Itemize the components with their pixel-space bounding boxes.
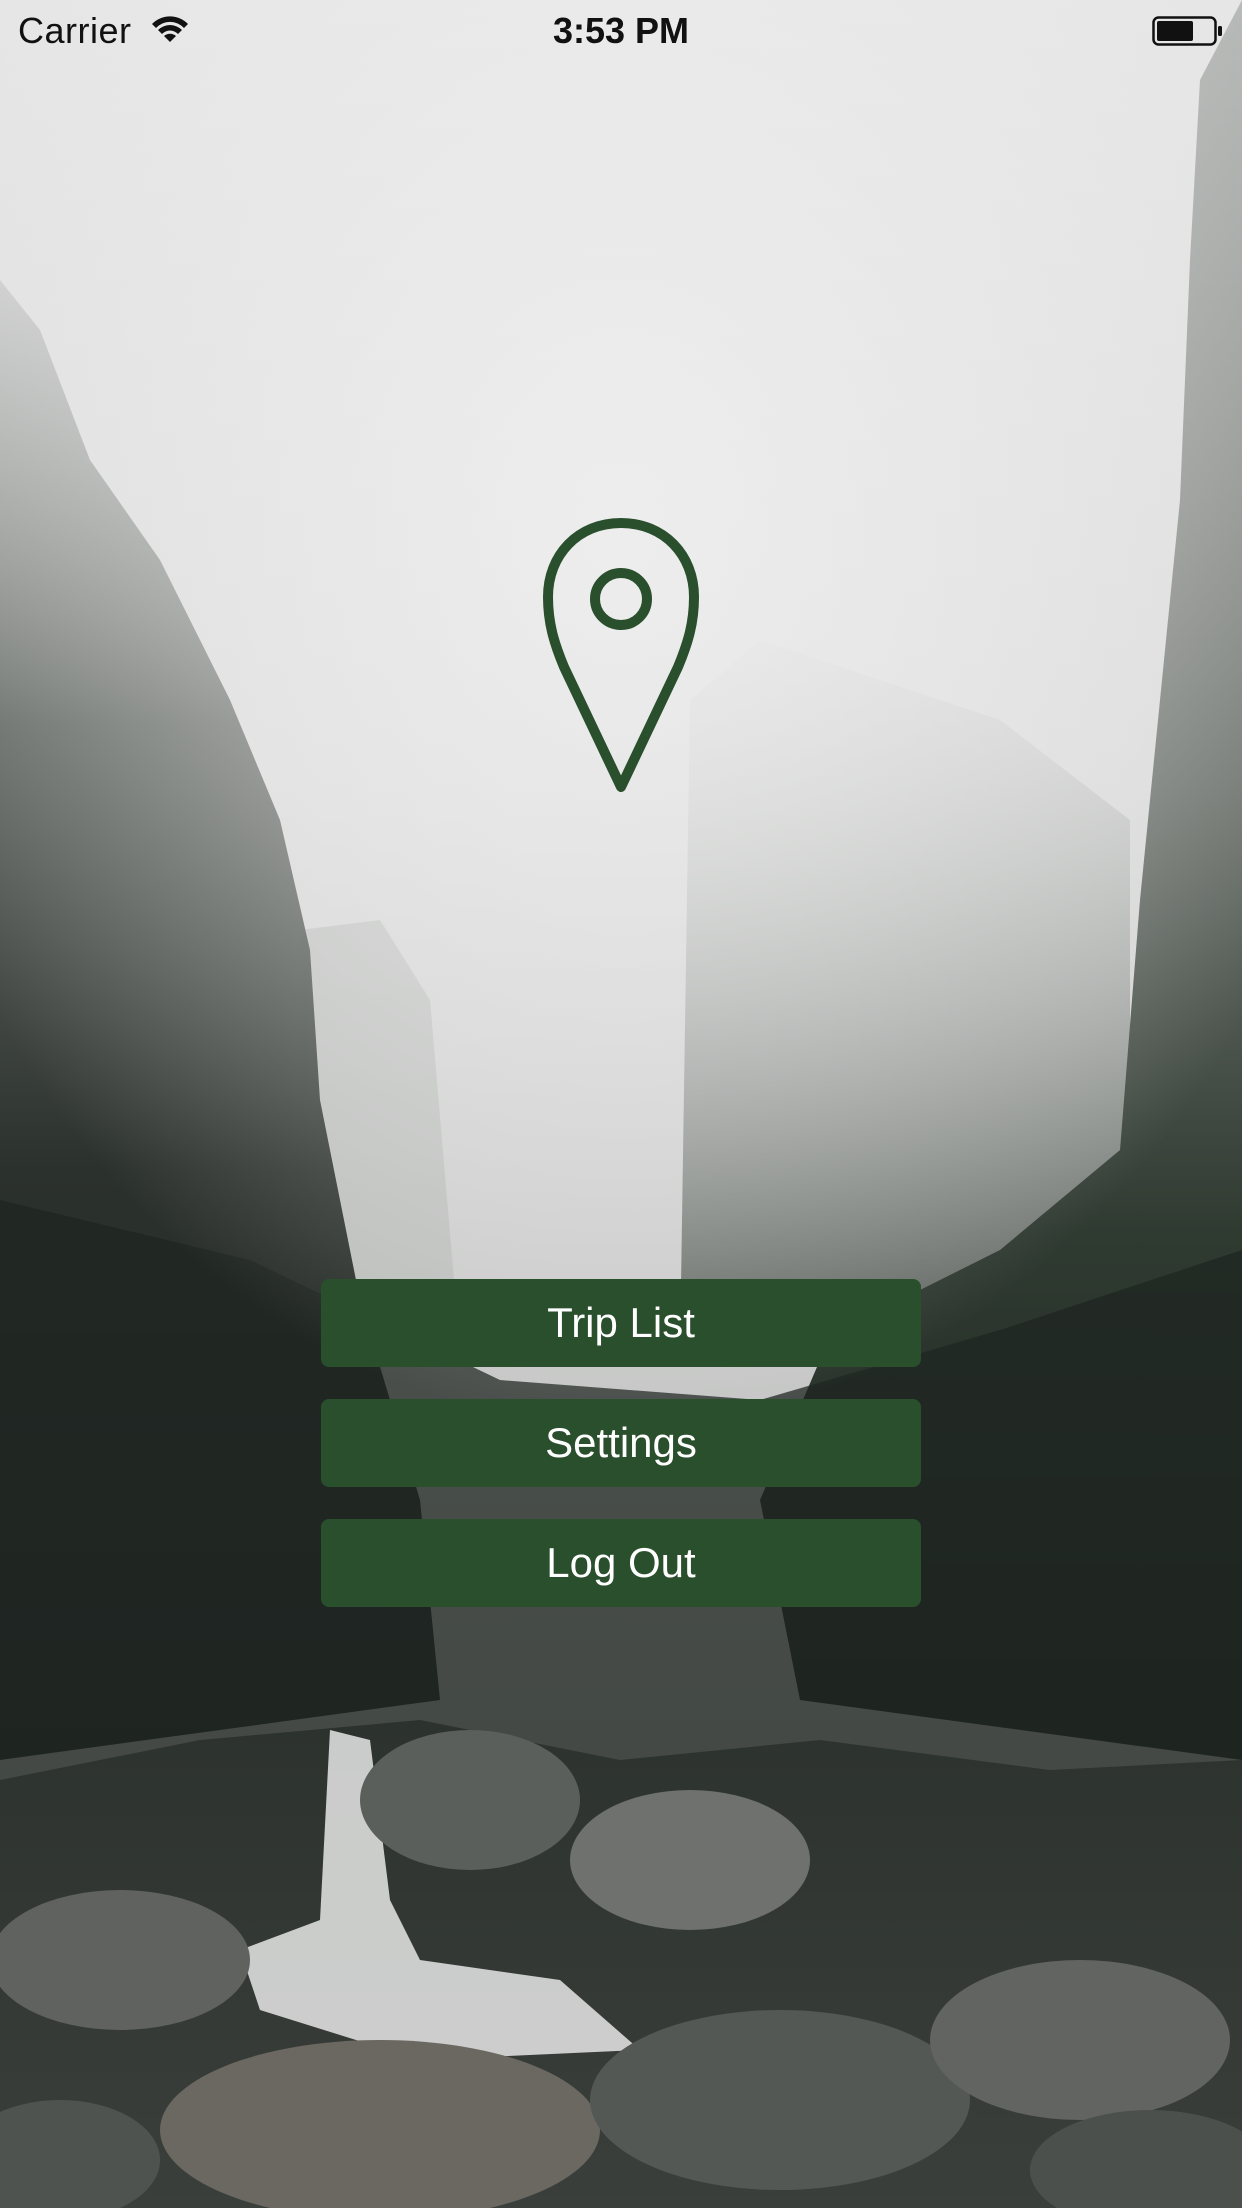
settings-button[interactable]: Settings	[321, 1399, 921, 1487]
location-pin-icon	[543, 518, 699, 792]
log-out-button[interactable]: Log Out	[321, 1519, 921, 1607]
battery-icon	[1152, 16, 1222, 46]
background-image	[0, 0, 1242, 2208]
clock-time: 3:53 PM	[552, 10, 690, 51]
main-menu: Trip List Settings Log Out	[321, 1279, 921, 1639]
status-bar: Carrier 3:53 PM	[0, 0, 1242, 62]
trip-list-button[interactable]: Trip List	[321, 1279, 921, 1367]
home-screen: Carrier 3:53 PM Trip List Settings Log O…	[0, 0, 1242, 2208]
